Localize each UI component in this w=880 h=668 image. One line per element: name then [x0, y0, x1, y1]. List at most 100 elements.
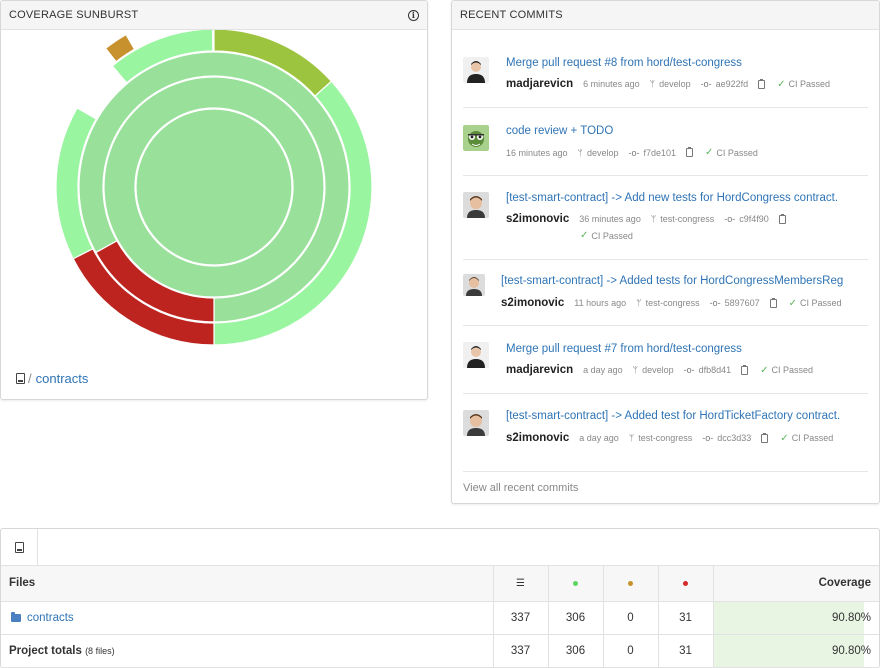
commit-author[interactable]: s2imonovic	[506, 213, 569, 225]
coverage-cell: 90.80%	[713, 634, 879, 668]
branch-icon: ᛘ	[628, 433, 635, 443]
commits-header: RECENT COMMITS	[452, 1, 879, 30]
commit-time: a day ago	[579, 433, 619, 443]
file-name-cell: contracts	[1, 601, 494, 635]
commit-time: 36 minutes ago	[579, 214, 641, 224]
commit-meta-ci: ✓ CI Passed	[580, 230, 633, 241]
totals-label-cell: Project totals (8 files)	[1, 634, 494, 668]
commit-branch[interactable]: test-congress	[646, 298, 700, 308]
repo-icon	[14, 542, 24, 553]
hits-cell: 306	[548, 601, 604, 635]
avatar[interactable]	[463, 125, 489, 151]
commit-title-link[interactable]: [test-smart-contract] -> Add new tests f…	[506, 192, 838, 204]
commit-icon: -o-	[628, 147, 640, 158]
info-icon[interactable]: i	[408, 9, 419, 21]
commit-branch[interactable]: test-congress	[660, 214, 714, 224]
lines-column-header[interactable]: ☰	[493, 566, 549, 602]
commit-branch[interactable]: test-congress	[638, 433, 692, 443]
commit-meta: s2imonovic 11 hours ago ᛘ test-congress -…	[501, 297, 842, 309]
commit-sha[interactable]: ae922fd	[716, 79, 749, 89]
commit-time: 16 minutes ago	[506, 147, 568, 158]
misses-cell: 31	[658, 634, 714, 668]
commit-branch[interactable]: develop	[587, 148, 619, 158]
check-icon: ✓	[780, 432, 789, 444]
breadcrumb-contracts-link[interactable]: contracts	[36, 371, 89, 386]
sunburst-chart[interactable]	[1, 30, 427, 370]
lines-cell: 337	[493, 634, 549, 668]
branch-icon: ᛘ	[649, 79, 656, 89]
commit-icon: -o-	[683, 365, 695, 375]
copy-icon[interactable]	[686, 147, 694, 157]
commit-item: [test-smart-contract] -> Added tests for…	[463, 260, 868, 326]
sunburst-header: COVERAGE SUNBURST i	[1, 1, 427, 30]
copy-icon[interactable]	[778, 213, 786, 224]
commit-title-link[interactable]: [test-smart-contract] -> Added test for …	[506, 410, 840, 422]
copy-icon[interactable]	[758, 78, 766, 89]
avatar[interactable]	[463, 192, 489, 218]
commit-author[interactable]: s2imonovic	[506, 432, 569, 444]
file-count-note: (8 files)	[85, 645, 115, 656]
commit-sha[interactable]: f7de101	[643, 148, 676, 158]
check-icon: ✓	[788, 297, 798, 309]
avatar[interactable]	[463, 410, 489, 436]
copy-icon[interactable]	[769, 297, 777, 308]
coverage-value: 90.80%	[831, 611, 871, 624]
misses-column-header[interactable]	[658, 566, 714, 602]
commit-author[interactable]: madjarevicn	[506, 364, 573, 376]
lines-cell: 337	[493, 601, 549, 635]
commit-title-link[interactable]: Merge pull request #7 from hord/test-con…	[506, 343, 742, 355]
files-tab[interactable]	[1, 529, 38, 566]
hits-cell: 306	[548, 634, 604, 668]
branch-icon: ᛘ	[636, 298, 642, 308]
commit-meta: s2imonovic 36 minutes ago ᛘ test-congress…	[506, 213, 798, 225]
commit-meta: madjarevicn a day ago ᛘ develop -o-dfb8d4…	[506, 364, 813, 376]
avatar[interactable]	[463, 342, 489, 368]
folder-icon	[11, 611, 21, 622]
commit-time: 11 hours ago	[574, 298, 627, 308]
commit-sha[interactable]: c9f4f90	[739, 214, 769, 224]
project-totals-label: Project totals	[9, 644, 82, 657]
commit-sha[interactable]: 5897607	[725, 298, 760, 308]
commit-time: a day ago	[583, 365, 623, 375]
breadcrumb-separator: /	[28, 371, 32, 386]
commit-icon: -o-	[702, 433, 714, 443]
commit-time: 6 minutes ago	[583, 79, 640, 89]
folder-link-contracts[interactable]: contracts	[27, 612, 74, 624]
coverage-sunburst-panel: COVERAGE SUNBURST i / contracts	[0, 0, 428, 400]
commit-title-link[interactable]: code review + TODO	[506, 125, 613, 137]
partial-dot-icon	[628, 581, 633, 587]
commit-title-link[interactable]: Merge pull request #8 from hord/test-con…	[506, 57, 742, 69]
ci-status: CI Passed	[771, 365, 814, 375]
breadcrumb: / contracts	[16, 371, 88, 386]
copy-icon[interactable]	[761, 432, 769, 443]
check-icon: ✓	[705, 147, 714, 158]
sunburst-center[interactable]	[135, 108, 293, 266]
avatar[interactable]	[463, 57, 489, 83]
commit-item: Merge pull request #7 from hord/test-con…	[463, 326, 868, 394]
commit-author[interactable]: s2imonovic	[501, 297, 564, 309]
branch-icon: ᛘ	[650, 214, 657, 224]
check-icon: ✓	[580, 230, 589, 241]
commit-icon: -o-	[700, 79, 712, 89]
view-all-commits-link[interactable]: View all recent commits	[463, 482, 578, 494]
coverage-column-header[interactable]: Coverage	[713, 566, 879, 602]
ci-status: CI Passed	[800, 298, 842, 308]
commit-sha[interactable]: dfb8d41	[699, 365, 732, 375]
commit-branch[interactable]: develop	[659, 79, 691, 89]
partials-column-header[interactable]	[603, 566, 659, 602]
table-header-row: Files ☰ Coverage	[1, 566, 879, 602]
commit-sha[interactable]: dcc3d33	[717, 433, 751, 443]
commit-author[interactable]: madjarevicn	[506, 78, 573, 90]
branch-icon: ᛘ	[632, 365, 639, 375]
repo-icon[interactable]	[16, 373, 25, 384]
hits-column-header[interactable]	[548, 566, 604, 602]
table-row: contracts 337 306 0 31 90.80%	[1, 601, 879, 635]
copy-icon[interactable]	[741, 364, 749, 375]
avatar[interactable]	[463, 274, 485, 296]
check-icon: ✓	[777, 78, 786, 90]
partials-cell: 0	[603, 601, 659, 635]
commit-title-link[interactable]: [test-smart-contract] -> Added tests for…	[501, 275, 844, 287]
recent-commits-panel: RECENT COMMITS Merge pull request #8 fro…	[451, 0, 880, 504]
commit-branch[interactable]: develop	[642, 365, 674, 375]
files-column-header[interactable]: Files	[1, 566, 494, 602]
